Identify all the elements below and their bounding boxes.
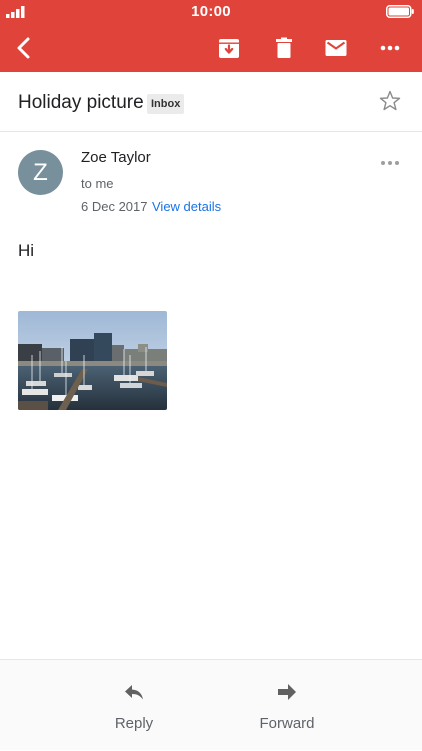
archive-icon[interactable] bbox=[217, 36, 241, 60]
bottom-action-bar: Reply Forward bbox=[0, 659, 422, 750]
battery-icon bbox=[386, 5, 414, 18]
status-time: 10:00 bbox=[191, 3, 231, 20]
more-icon[interactable] bbox=[378, 36, 402, 60]
sender-name: Zoe Taylor bbox=[81, 149, 151, 166]
sender-avatar[interactable]: Z bbox=[18, 150, 63, 195]
reply-label: Reply bbox=[114, 715, 154, 732]
app-bar bbox=[0, 24, 422, 72]
image-attachment[interactable] bbox=[18, 311, 167, 410]
inbox-label-chip: Inbox bbox=[147, 94, 185, 114]
forward-icon bbox=[278, 684, 296, 700]
mark-unread-icon[interactable] bbox=[324, 36, 348, 60]
view-details-link[interactable]: View details bbox=[152, 199, 221, 214]
reply-button[interactable]: Reply bbox=[74, 660, 194, 751]
subject-row: Holiday picture Inbox bbox=[0, 72, 422, 132]
message-body: Hi bbox=[18, 241, 35, 260]
status-bar: 10:00 bbox=[0, 0, 422, 24]
message-more-icon[interactable] bbox=[380, 154, 400, 172]
star-icon[interactable] bbox=[378, 89, 402, 113]
back-arrow-icon[interactable] bbox=[12, 36, 36, 60]
recipient-text: to me bbox=[81, 176, 114, 191]
harbour-photo bbox=[18, 311, 167, 410]
forward-button[interactable]: Forward bbox=[227, 660, 347, 751]
forward-label: Forward bbox=[259, 715, 315, 732]
email-subject: Holiday picture bbox=[18, 92, 144, 113]
delete-icon[interactable] bbox=[272, 36, 296, 60]
reply-icon bbox=[125, 685, 143, 700]
message-date: 6 Dec 2017 bbox=[81, 199, 148, 214]
